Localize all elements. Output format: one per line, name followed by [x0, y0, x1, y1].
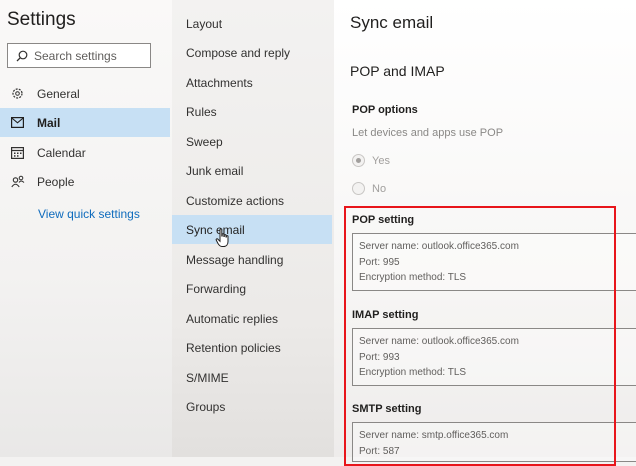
category-calendar[interactable]: Calendar — [0, 138, 170, 167]
category-people[interactable]: People — [0, 167, 170, 196]
subcategory-attachments[interactable]: Attachments — [172, 68, 332, 97]
subcategory-customize-actions[interactable]: Customize actions — [172, 186, 332, 215]
settings-categories-pane: Settings General Mail Calendar People Vi… — [0, 0, 172, 457]
mail-subcategories-pane: Layout Compose and reply Attachments Rul… — [172, 0, 334, 457]
radio-circle — [352, 182, 365, 195]
radio-dot — [356, 158, 361, 163]
subcategory-sweep[interactable]: Sweep — [172, 127, 332, 156]
subcategory-junk-email[interactable]: Junk email — [172, 156, 332, 185]
subcategory-sync-email[interactable]: Sync email — [172, 215, 332, 244]
category-label: Mail — [37, 115, 61, 130]
subcategory-retention-policies[interactable]: Retention policies — [172, 333, 332, 362]
subcategory-layout[interactable]: Layout — [172, 9, 332, 38]
pop-encryption: Encryption method: TLS — [359, 272, 467, 283]
pop-no-radio[interactable]: No — [352, 182, 386, 195]
smtp-server-name: Server name: smtp.office365.com — [359, 430, 509, 441]
search-icon — [16, 50, 28, 61]
radio-circle — [352, 154, 365, 167]
smtp-setting-box: Server name: smtp.office365.com Port: 58… — [352, 422, 636, 462]
pop-port: Port: 995 — [359, 256, 400, 268]
imap-setting-label: IMAP setting — [352, 309, 419, 321]
category-mail[interactable]: Mail — [0, 108, 170, 137]
subcategory-smime[interactable]: S/MIME — [172, 363, 332, 392]
search-input[interactable] — [34, 48, 134, 63]
imap-setting-box: Server name: outlook.office365.com Port:… — [352, 328, 636, 386]
pop-setting-box: Server name: outlook.office365.com Port:… — [352, 233, 636, 291]
subcategory-forwarding[interactable]: Forwarding — [172, 274, 332, 303]
pop-options-description: Let devices and apps use POP — [352, 127, 504, 139]
imap-port: Port: 993 — [359, 351, 400, 363]
mail-icon — [10, 115, 25, 130]
category-general[interactable]: General — [0, 79, 170, 108]
people-icon — [10, 174, 25, 189]
hand-cursor-icon — [215, 228, 229, 247]
radio-label: No — [372, 182, 387, 195]
subcategory-groups[interactable]: Groups — [172, 392, 332, 421]
imap-server-name: Server name: outlook.office365.com — [359, 336, 519, 347]
imap-encryption: Encryption method: TLS — [359, 367, 467, 378]
category-label: People — [37, 174, 75, 189]
search-box[interactable] — [7, 43, 151, 68]
pop-server-name: Server name: outlook.office365.com — [359, 241, 519, 252]
sync-email-pane: Sync email POP and IMAP POP options Let … — [334, 0, 636, 466]
page-title: Sync email — [350, 13, 434, 32]
subcategory-automatic-replies[interactable]: Automatic replies — [172, 304, 332, 333]
radio-label: Yes — [372, 154, 390, 167]
subcategory-message-handling[interactable]: Message handling — [172, 245, 332, 274]
settings-title: Settings — [7, 9, 76, 30]
calendar-icon — [10, 145, 25, 160]
gear-icon — [10, 86, 25, 101]
section-title: POP and IMAP — [350, 63, 445, 79]
pop-setting-label: POP setting — [352, 214, 415, 226]
subcategory-compose-and-reply[interactable]: Compose and reply — [172, 38, 332, 67]
pop-options-heading: POP options — [352, 104, 418, 116]
view-quick-settings-link[interactable]: View quick settings — [38, 207, 140, 221]
smtp-setting-label: SMTP setting — [352, 403, 422, 415]
pop-yes-radio[interactable]: Yes — [352, 154, 390, 167]
category-label: General — [37, 86, 80, 101]
subcategory-rules[interactable]: Rules — [172, 97, 332, 126]
category-label: Calendar — [37, 145, 86, 160]
